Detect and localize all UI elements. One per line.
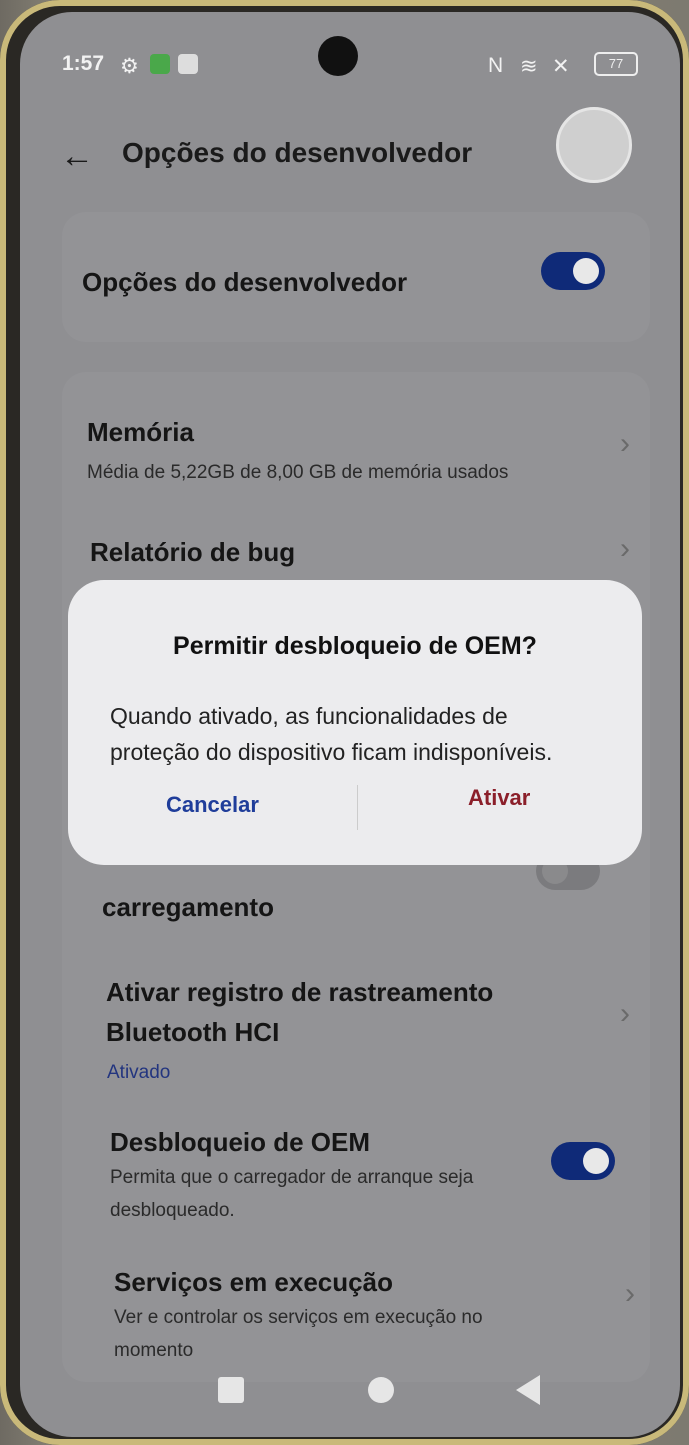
- oem-subtitle-line1: Permita que o carregador de arranque sej…: [110, 1167, 474, 1188]
- page-title: Opções do desenvolvedor: [122, 137, 473, 168]
- wifi-icon: ≋: [520, 55, 538, 78]
- chevron-right-icon: ›: [620, 997, 630, 1030]
- confirm-button[interactable]: Ativar: [468, 785, 530, 811]
- running-subtitle-line1: Ver e controlar os serviços em execução …: [114, 1307, 483, 1328]
- nav-bar: [20, 1367, 680, 1417]
- settings-icon: ⚙: [120, 55, 139, 78]
- oem-title: Desbloqueio de OEM: [110, 1127, 371, 1157]
- back-nav-icon[interactable]: [516, 1375, 540, 1405]
- sim-icon: ✕: [552, 55, 570, 78]
- bt-hci-title-line1: Ativar registro de rastreamento: [106, 977, 494, 1007]
- oem-unlock-dialog: Permitir desbloqueio de OEM? Quando ativ…: [68, 580, 642, 865]
- oem-toggle[interactable]: [551, 1142, 615, 1180]
- back-arrow-icon[interactable]: ←: [60, 137, 94, 176]
- recents-icon[interactable]: [218, 1377, 244, 1403]
- dialog-divider: [357, 785, 358, 830]
- app-header: ← Opções do desenvolvedor: [60, 107, 660, 187]
- home-icon[interactable]: [368, 1377, 394, 1403]
- bt-hci-title-line2: Bluetooth HCI: [106, 1017, 280, 1047]
- notification-icon: [150, 54, 170, 74]
- battery-icon: 77: [594, 52, 638, 76]
- message-icon: [178, 54, 198, 74]
- chevron-right-icon: ›: [625, 1277, 635, 1310]
- dialog-body: Quando ativado, as funcionalidades de pr…: [110, 698, 612, 770]
- dialog-body-line1: Quando ativado, as funcionalidades de: [110, 703, 508, 729]
- bt-hci-status: Ativado: [107, 1062, 171, 1083]
- dev-options-toggle[interactable]: [541, 252, 605, 290]
- nfc-icon: N: [488, 54, 504, 77]
- dialog-title: Permitir desbloqueio de OEM?: [173, 632, 537, 660]
- memory-subtitle: Média de 5,22GB de 8,00 GB de memória us…: [87, 462, 509, 483]
- chevron-right-icon: ›: [620, 532, 630, 565]
- running-subtitle-line2: momento: [114, 1340, 194, 1361]
- dialog-body-line2: proteção do dispositivo ficam indisponív…: [110, 739, 553, 765]
- oem-subtitle-line2: desbloqueado.: [110, 1200, 235, 1221]
- dev-options-label: Opções do desenvolvedor: [82, 267, 408, 297]
- running-title: Serviços em execução: [114, 1267, 393, 1297]
- stay-awake-title: carregamento: [102, 892, 274, 922]
- chevron-right-icon: ›: [620, 427, 630, 460]
- settings-list: Memória Média de 5,22GB de 8,00 GB de me…: [62, 372, 650, 1382]
- front-camera: [318, 36, 358, 76]
- bug-report-title: Relatório de bug: [90, 537, 296, 567]
- status-time: 1:57: [62, 52, 105, 75]
- cancel-button[interactable]: Cancelar: [166, 792, 259, 818]
- floating-button[interactable]: [556, 107, 632, 183]
- dev-options-card[interactable]: Opções do desenvolvedor: [62, 212, 650, 342]
- memory-title: Memória: [87, 417, 194, 447]
